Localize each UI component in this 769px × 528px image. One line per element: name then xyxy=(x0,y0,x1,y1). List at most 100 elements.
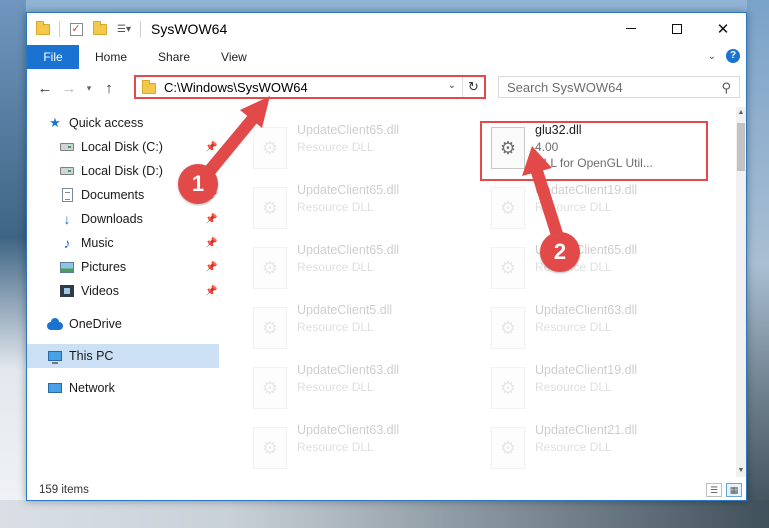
search-box: ⚲ xyxy=(498,76,740,98)
forward-button[interactable]: → xyxy=(57,76,81,100)
maximize-button[interactable] xyxy=(654,13,700,44)
highlight-box xyxy=(480,121,708,181)
scrollbar-thumb[interactable] xyxy=(737,123,745,171)
file-type: Resource DLL xyxy=(535,200,612,214)
file-type: Resource DLL xyxy=(297,200,374,214)
toolbar-separator xyxy=(59,21,60,37)
file-item[interactable]: ⚙ UpdateClient21.dll Resource DLL xyxy=(483,421,713,477)
navigation-pane: ★ Quick access Local Disk (C:) 📌 Local D… xyxy=(27,107,219,477)
vertical-scrollbar[interactable]: ▲ ▼ xyxy=(736,107,746,477)
dll-file-icon: ⚙ xyxy=(491,367,525,409)
tab-view[interactable]: View xyxy=(205,45,262,69)
sidebar-item-this-pc[interactable]: This PC xyxy=(27,344,219,368)
back-button[interactable]: ← xyxy=(33,76,57,100)
file-item[interactable]: ⚙ UpdateClient65.dll Resource DLL xyxy=(245,241,475,297)
minimize-icon xyxy=(626,28,636,29)
sidebar-item-videos[interactable]: Videos xyxy=(59,280,119,302)
tab-file[interactable]: File xyxy=(27,45,79,69)
toolbar-separator xyxy=(140,21,141,37)
file-name: UpdateClient65.dll xyxy=(297,123,400,137)
close-button[interactable]: ✕ xyxy=(700,13,746,44)
dll-file-icon: ⚙ xyxy=(253,307,287,349)
file-item[interactable]: ⚙ UpdateClient19.dll Resource DLL xyxy=(483,181,713,237)
pictures-icon xyxy=(59,259,75,275)
file-type: Resource DLL xyxy=(297,440,374,454)
sidebar-item-quick-access[interactable]: ★ Quick access xyxy=(47,112,143,134)
navigation-bar: ← → ▾ ↑ C:\Windows\SysWOW64 ⌄ ↻ ⚲ xyxy=(27,73,746,103)
back-arrow-icon: ← xyxy=(37,79,53,97)
file-type: Resource DLL xyxy=(297,260,374,274)
refresh-icon: ↻ xyxy=(468,79,479,94)
maximize-icon xyxy=(672,23,682,34)
refresh-button[interactable]: ↻ xyxy=(462,77,484,97)
sidebar-item-documents[interactable]: Documents xyxy=(59,184,144,206)
search-input[interactable] xyxy=(507,79,717,95)
file-item[interactable]: ⚙ UpdateClient5.dll Resource DLL xyxy=(245,301,475,357)
file-item[interactable]: ⚙ UpdateClient63.dll Resource DLL xyxy=(483,301,713,357)
title-bar: ✓ ☰▾ SysWOW64 ✕ xyxy=(27,13,746,45)
scroll-up-icon[interactable]: ▲ xyxy=(736,107,746,119)
view-switcher: ☰ ▦ xyxy=(706,483,742,497)
file-name: UpdateClient19.dll xyxy=(535,183,638,197)
sidebar-item-network[interactable]: Network xyxy=(47,377,115,399)
properties-icon[interactable]: ✓ xyxy=(68,21,84,37)
pin-icon: 📌 xyxy=(205,286,218,297)
details-view-icon[interactable]: ☰ xyxy=(706,483,722,497)
sidebar-item-local-disk-c[interactable]: Local Disk (C:) xyxy=(59,136,163,158)
large-icons-view-icon[interactable]: ▦ xyxy=(726,483,742,497)
documents-icon xyxy=(59,187,75,203)
file-type: Resource DLL xyxy=(535,380,612,394)
step-marker-2: 2 xyxy=(540,232,580,272)
chevron-down-icon: ▾ xyxy=(86,82,92,93)
sidebar-item-label: Downloads xyxy=(81,212,143,226)
file-item[interactable]: ⚙ UpdateClient63.dll Resource DLL xyxy=(245,361,475,417)
file-item[interactable]: ⚙ UpdateClient65.dll Resource DLL xyxy=(483,241,713,297)
sidebar-item-label: OneDrive xyxy=(69,317,122,331)
tab-share[interactable]: Share xyxy=(142,45,205,69)
recent-locations-button[interactable]: ▾ xyxy=(81,83,97,94)
up-button[interactable]: ↑ xyxy=(97,76,121,100)
file-item[interactable]: ⚙ UpdateClient63.dll Resource DLL xyxy=(245,421,475,477)
ribbon-controls: ⌄ ? xyxy=(708,49,740,63)
sidebar-item-label: Music xyxy=(81,236,114,250)
file-list: ⚙ UpdateClient65.dll Resource DLL ⚙ Upda… xyxy=(223,107,735,477)
sidebar-item-local-disk-d[interactable]: Local Disk (D:) xyxy=(59,160,163,182)
pin-icon: 📌 xyxy=(205,142,218,153)
sidebar-item-pictures[interactable]: Pictures xyxy=(59,256,126,278)
file-type: Resource DLL xyxy=(297,380,374,394)
customize-toolbar-icon[interactable]: ☰▾ xyxy=(116,21,132,37)
file-type: Resource DLL xyxy=(535,320,612,334)
sidebar-item-downloads[interactable]: ↓ Downloads xyxy=(59,208,143,230)
sidebar-item-label: Network xyxy=(69,381,115,395)
drive-icon xyxy=(59,163,75,179)
sidebar-item-onedrive[interactable]: OneDrive xyxy=(47,313,122,335)
scroll-down-icon[interactable]: ▼ xyxy=(736,465,746,477)
pin-icon: 📌 xyxy=(205,214,218,225)
sidebar-item-music[interactable]: ♪ Music xyxy=(59,232,114,254)
address-bar[interactable]: C:\Windows\SysWOW64 ⌄ ↻ xyxy=(134,75,486,99)
help-icon[interactable]: ? xyxy=(726,49,740,63)
folder-icon xyxy=(142,80,156,94)
file-item[interactable]: ⚙ UpdateClient65.dll Resource DLL xyxy=(245,121,475,177)
minimize-button[interactable] xyxy=(608,13,654,44)
pin-icon: 📌 xyxy=(205,238,218,249)
new-folder-icon[interactable] xyxy=(92,20,108,37)
file-name: UpdateClient19.dll xyxy=(535,363,638,377)
onedrive-icon xyxy=(47,316,63,332)
address-path[interactable]: C:\Windows\SysWOW64 xyxy=(164,80,308,95)
address-dropdown-icon[interactable]: ⌄ xyxy=(448,80,456,91)
expand-ribbon-icon[interactable]: ⌄ xyxy=(708,51,716,62)
sidebar-item-label: This PC xyxy=(69,349,114,363)
file-name: UpdateClient63.dll xyxy=(297,363,400,377)
dll-file-icon: ⚙ xyxy=(253,367,287,409)
file-type: Resource DLL xyxy=(297,320,374,334)
file-item[interactable]: ⚙ UpdateClient65.dll Resource DLL xyxy=(245,181,475,237)
file-item[interactable]: ⚙ UpdateClient19.dll Resource DLL xyxy=(483,361,713,417)
dll-file-icon: ⚙ xyxy=(253,427,287,469)
dll-file-icon: ⚙ xyxy=(491,187,525,229)
file-name: UpdateClient65.dll xyxy=(297,183,400,197)
drive-icon xyxy=(59,139,75,155)
tab-home[interactable]: Home xyxy=(79,45,142,69)
explorer-window: ✓ ☰▾ SysWOW64 ✕ File Home Share View ⌄ ?… xyxy=(26,12,747,501)
file-name: UpdateClient65.dll xyxy=(297,243,400,257)
